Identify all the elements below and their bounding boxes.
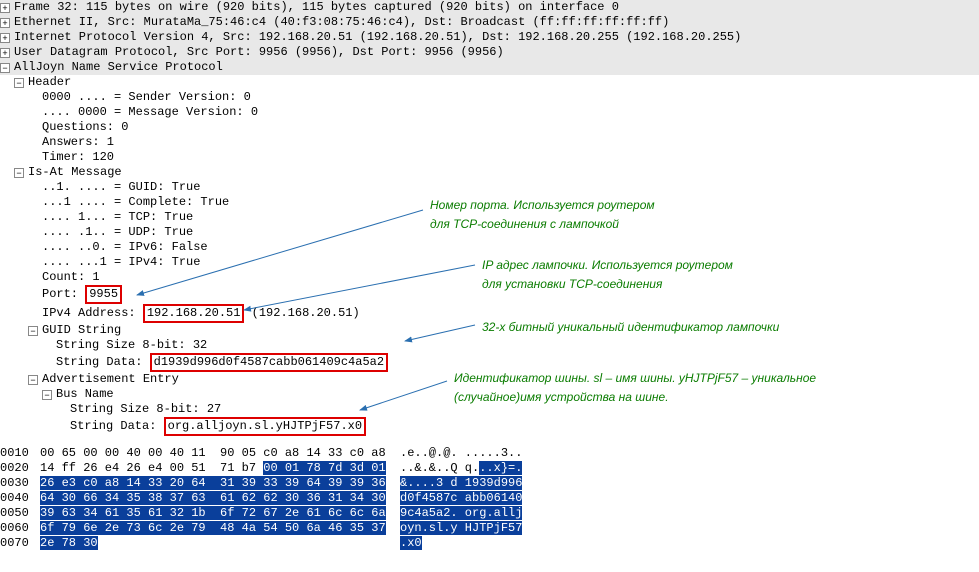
guid-string-node[interactable]: GUID String <box>42 323 121 338</box>
bus-name-data-label[interactable]: String Data: <box>70 419 164 434</box>
hex-ascii[interactable]: 9c4a5a2. org.allj <box>400 506 550 521</box>
answers[interactable]: Answers: 1 <box>42 135 114 150</box>
hex-offset: 0060 <box>0 521 40 536</box>
timer[interactable]: Timer: 120 <box>42 150 114 165</box>
expand-icon[interactable]: + <box>0 48 10 58</box>
bus-name-data-value[interactable]: org.alljoyn.sl.yHJTPjF57.x0 <box>164 417 366 436</box>
hex-offset: 0020 <box>0 461 40 476</box>
collapse-icon[interactable]: − <box>42 390 52 400</box>
collapse-icon[interactable]: − <box>14 168 24 178</box>
hex-ascii[interactable]: d0f4587c abb06140 <box>400 491 550 506</box>
hex-ascii[interactable]: &....3 d 1939d996 <box>400 476 550 491</box>
collapse-icon[interactable]: − <box>28 326 38 336</box>
isat-port-value[interactable]: 9955 <box>85 285 122 304</box>
expand-icon[interactable]: + <box>0 33 10 43</box>
isat-count[interactable]: Count: 1 <box>42 270 100 285</box>
annotation-bus-2: (случайное)имя устройства на шине. <box>454 390 669 404</box>
expand-icon[interactable]: + <box>0 3 10 13</box>
isat-port-label[interactable]: Port: <box>42 287 85 302</box>
hex-dump-panel[interactable]: 001000 65 00 00 40 00 40 11 90 05 c0 a8 … <box>0 442 979 555</box>
hex-offset: 0070 <box>0 536 40 551</box>
hex-offset: 0050 <box>0 506 40 521</box>
frame-summary[interactable]: Frame 32: 115 bytes on wire (920 bits), … <box>14 0 619 15</box>
isat-ipv4[interactable]: .... ...1 = IPv4: True <box>42 255 200 270</box>
hex-bytes[interactable]: 26 e3 c0 a8 14 33 20 64 31 39 33 39 64 3… <box>40 476 400 491</box>
message-version[interactable]: .... 0000 = Message Version: 0 <box>42 105 258 120</box>
hex-bytes[interactable]: 2e 78 30 <box>40 536 400 551</box>
hex-bytes[interactable]: 64 30 66 34 35 38 37 63 61 62 62 30 36 3… <box>40 491 400 506</box>
isat-ipv4addr-suffix: (192.168.20.51) <box>244 306 359 321</box>
hex-bytes[interactable]: 14 ff 26 e4 26 e4 00 51 71 b7 00 01 78 7… <box>40 461 400 476</box>
annotation-ip: IP адрес лампочки. Используется роутером <box>482 258 733 272</box>
expand-icon[interactable]: + <box>0 18 10 28</box>
isat-ipv4addr-value[interactable]: 192.168.20.51 <box>143 304 245 323</box>
bus-name-size[interactable]: String Size 8-bit: 27 <box>70 402 221 417</box>
isat-ipv4addr-label[interactable]: IPv4 Address: <box>42 306 143 321</box>
guid-string-size[interactable]: String Size 8-bit: 32 <box>56 338 207 353</box>
guid-string-data-value[interactable]: d1939d996d0f4587cabb061409c4a5a2 <box>150 353 388 372</box>
bus-name-node[interactable]: Bus Name <box>56 387 114 402</box>
isat-node[interactable]: Is-At Message <box>28 165 122 180</box>
sender-version[interactable]: 0000 .... = Sender Version: 0 <box>42 90 251 105</box>
hex-ascii[interactable]: oyn.sl.y HJTPjF57 <box>400 521 550 536</box>
isat-udp[interactable]: .... .1.. = UDP: True <box>42 225 193 240</box>
isat-tcp[interactable]: .... 1... = TCP: True <box>42 210 193 225</box>
isat-guid[interactable]: ..1. .... = GUID: True <box>42 180 200 195</box>
questions[interactable]: Questions: 0 <box>42 120 128 135</box>
annotation-port: Номер порта. Используется роутером <box>430 198 655 212</box>
hex-offset: 0010 <box>0 446 40 461</box>
annotation-port-2: для TCP-соединения с лампочкой <box>430 217 619 231</box>
collapse-icon[interactable]: − <box>0 63 10 73</box>
protocol-name[interactable]: AllJoyn Name Service Protocol <box>14 60 223 75</box>
hex-ascii[interactable]: .e..@.@. .....3.. <box>400 446 550 461</box>
ethernet-summary[interactable]: Ethernet II, Src: MurataMa_75:46:c4 (40:… <box>14 15 669 30</box>
collapse-icon[interactable]: − <box>14 78 24 88</box>
annotation-guid: 32-х битный уникальный идентификатор лам… <box>482 320 779 334</box>
isat-complete[interactable]: ...1 .... = Complete: True <box>42 195 229 210</box>
hex-ascii[interactable]: .x0 <box>400 536 550 551</box>
annotation-ip-2: для установки TCP-соединения <box>482 277 662 291</box>
isat-ipv6[interactable]: .... ..0. = IPv6: False <box>42 240 208 255</box>
guid-string-data-label[interactable]: String Data: <box>56 355 150 370</box>
hex-bytes[interactable]: 6f 79 6e 2e 73 6c 2e 79 48 4a 54 50 6a 4… <box>40 521 400 536</box>
ip-summary[interactable]: Internet Protocol Version 4, Src: 192.16… <box>14 30 741 45</box>
header-node[interactable]: Header <box>28 75 71 90</box>
collapse-icon[interactable]: − <box>28 375 38 385</box>
hex-offset: 0040 <box>0 491 40 506</box>
udp-summary[interactable]: User Datagram Protocol, Src Port: 9956 (… <box>14 45 504 60</box>
annotation-bus: Идентификатор шины. sl – имя шины. yHJTP… <box>454 371 816 385</box>
hex-offset: 0030 <box>0 476 40 491</box>
advertisement-node[interactable]: Advertisement Entry <box>42 372 179 387</box>
hex-bytes[interactable]: 39 63 34 61 35 61 32 1b 6f 72 67 2e 61 6… <box>40 506 400 521</box>
hex-bytes[interactable]: 00 65 00 00 40 00 40 11 90 05 c0 a8 14 3… <box>40 446 400 461</box>
hex-ascii[interactable]: ..&.&..Q q...x}=. <box>400 461 550 476</box>
